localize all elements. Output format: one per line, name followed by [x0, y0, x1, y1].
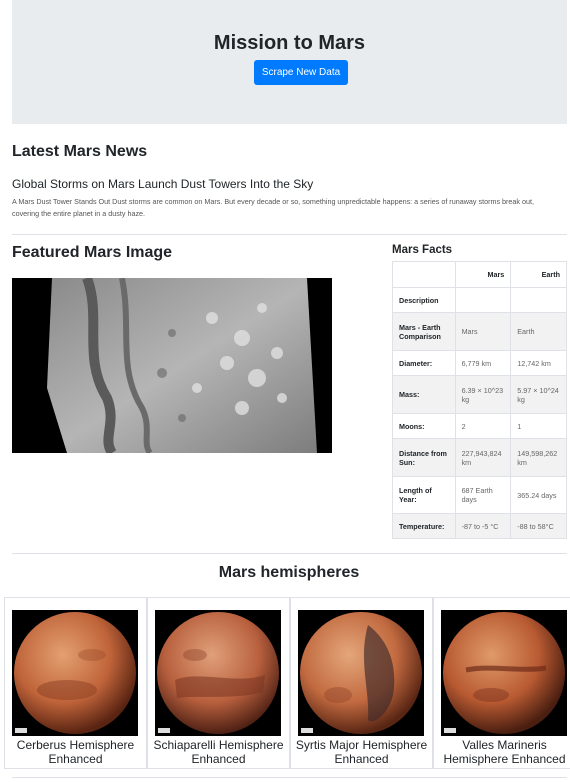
earth-value: Earth — [510, 312, 567, 351]
hemisphere-image[interactable] — [12, 610, 138, 736]
row-label: Description — [392, 287, 456, 313]
hemispheres-heading: Mars hemispheres — [218, 564, 360, 581]
mars-value: -87 to -5 °C — [454, 513, 512, 539]
earth-value: 149,598,262 km — [510, 438, 567, 477]
earth-value: 12,742 km — [510, 350, 567, 376]
mars-value — [454, 287, 512, 313]
row-label: Diameter: — [392, 350, 456, 376]
table-row: Mass: 6.39 × 10^23 kg 5.97 × 10^24 kg — [392, 375, 567, 414]
jumbotron-header: Mission to Mars Scrape New Data — [12, 0, 567, 124]
hemisphere-title[interactable]: Schiaparelli Hemisphere Enhanced — [148, 738, 289, 766]
table-row: Description — [392, 287, 567, 313]
table-row: Mars - Earth Comparison Mars Earth — [392, 312, 567, 351]
row-label: Moons: — [392, 413, 456, 439]
hemisphere-image[interactable] — [441, 610, 567, 736]
news-paragraph: A Mars Dust Tower Stands Out Dust storms… — [12, 197, 535, 218]
table-header-cell — [392, 261, 456, 288]
table-row: Length of Year: 687 Earth days 365.24 da… — [392, 476, 567, 514]
earth-value: 1 — [510, 413, 567, 439]
table-header-row: Mars Earth — [392, 261, 567, 288]
row-label: Distance from Sun: — [392, 438, 456, 477]
row-label: Length of Year: — [392, 476, 456, 514]
latest-news-heading: Latest Mars News — [12, 143, 148, 160]
earth-value — [510, 287, 567, 313]
scrape-new-data-button[interactable]: Scrape New Data — [254, 60, 348, 85]
row-label: Mass: — [392, 375, 456, 414]
hemisphere-card-syrtis-major[interactable]: Syrtis Major Hemisphere Enhanced — [290, 597, 433, 769]
table-row: Temperature: -87 to -5 °C -88 to 58°C — [392, 513, 567, 539]
featured-mars-image — [12, 278, 332, 453]
hemisphere-image[interactable] — [298, 610, 424, 736]
hemisphere-card-valles-marineris[interactable]: Valles Marineris Hemisphere Enhanced — [433, 597, 570, 769]
mars-value: 2 — [454, 413, 512, 439]
divider — [12, 553, 567, 554]
divider — [12, 777, 567, 778]
table-row: Diameter: 6,779 km 12,742 km — [392, 350, 567, 376]
mars-value: 6,779 km — [454, 350, 512, 376]
hemisphere-title[interactable]: Cerberus Hemisphere Enhanced — [5, 738, 146, 766]
hemisphere-title[interactable]: Valles Marineris Hemisphere Enhanced — [434, 738, 570, 766]
news-title: Global Storms on Mars Launch Dust Towers… — [12, 177, 314, 191]
table-header-cell: Earth — [510, 261, 567, 288]
mars-value: 6.39 × 10^23 kg — [454, 375, 512, 414]
row-label: Mars - Earth Comparison — [392, 312, 456, 351]
table-header-cell: Mars — [454, 261, 512, 288]
featured-image-heading: Featured Mars Image — [12, 244, 173, 261]
hemisphere-title[interactable]: Syrtis Major Hemisphere Enhanced — [291, 738, 432, 766]
hemisphere-image[interactable] — [155, 610, 281, 736]
page-title: Mission to Mars — [213, 32, 366, 54]
earth-value: 5.97 × 10^24 kg — [510, 375, 567, 414]
earth-value: -88 to 58°C — [510, 513, 567, 539]
mars-facts-heading: Mars Facts — [392, 244, 453, 256]
hemisphere-card-cerberus[interactable]: Cerberus Hemisphere Enhanced — [4, 597, 147, 769]
divider — [12, 234, 567, 235]
mars-facts-table: Mars Earth Description Mars - Earth Comp… — [392, 261, 567, 539]
table-row: Moons: 2 1 — [392, 413, 567, 439]
mars-value: 227,943,824 km — [454, 438, 512, 477]
earth-value: 365.24 days — [510, 476, 567, 514]
table-row: Distance from Sun: 227,943,824 km 149,59… — [392, 438, 567, 477]
row-label: Temperature: — [392, 513, 456, 539]
mars-value: Mars — [454, 312, 512, 351]
mars-value: 687 Earth days — [454, 476, 512, 514]
hemisphere-card-schiaparelli[interactable]: Schiaparelli Hemisphere Enhanced — [147, 597, 290, 769]
